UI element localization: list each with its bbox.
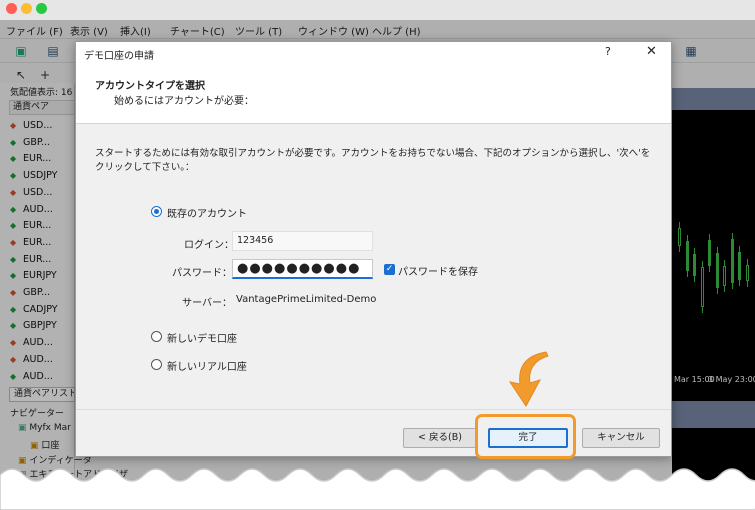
help-icon[interactable]: ? (605, 45, 611, 58)
torn-edge (0, 468, 755, 510)
login-label: ログイン： (184, 240, 234, 251)
password-label: パスワード： (172, 268, 232, 279)
pointer-arrow-icon (508, 351, 549, 407)
cancel-button[interactable]: キャンセル (582, 428, 660, 448)
dialog-title: デモ口座の申請 (84, 51, 154, 62)
dialog-heading: アカウントタイプを選択 (95, 81, 205, 92)
back-button[interactable]: < 戻る(B) (403, 428, 477, 448)
window-titlebar (0, 0, 755, 20)
new-demo-radio[interactable] (151, 331, 162, 342)
demo-account-dialog: デモ口座の申請 ? ✕ アカウントタイプを選択 始めるにはアカウントが必要： ス… (75, 41, 672, 457)
finish-button-highlight (475, 414, 576, 459)
existing-account-label[interactable]: 既存のアカウント (167, 205, 247, 220)
new-real-label[interactable]: 新しいリアル口座 (167, 358, 247, 373)
login-field[interactable]: 123456 (232, 231, 373, 251)
dialog-footer: < 戻る(B) 完了 キャンセル (76, 409, 671, 456)
password-field[interactable]: ●●●●●●●●●● (232, 259, 373, 279)
dialog-subheading: 始めるにはアカウントが必要： (114, 96, 254, 107)
zoom-window-button[interactable] (36, 3, 47, 14)
save-password-label[interactable]: パスワードを保存 (398, 263, 478, 278)
dialog-titlebar: デモ口座の申請 ? ✕ (76, 42, 671, 64)
save-password-checkbox[interactable]: ✓ (384, 264, 395, 275)
server-value: VantagePrimeLimited-Demo (236, 294, 377, 305)
existing-account-radio[interactable] (151, 206, 162, 217)
close-icon[interactable]: ✕ (646, 44, 657, 59)
server-label: サーバー： (182, 298, 232, 309)
new-demo-label[interactable]: 新しいデモ口座 (167, 330, 237, 345)
dialog-header: アカウントタイプを選択 始めるにはアカウントが必要： (76, 64, 671, 124)
dialog-description: スタートするためには有効な取引アカウントが必要です。アカウントをお持ちでない場合… (95, 148, 651, 173)
new-real-radio[interactable] (151, 359, 162, 370)
close-window-button[interactable] (6, 3, 17, 14)
minimize-window-button[interactable] (21, 3, 32, 14)
